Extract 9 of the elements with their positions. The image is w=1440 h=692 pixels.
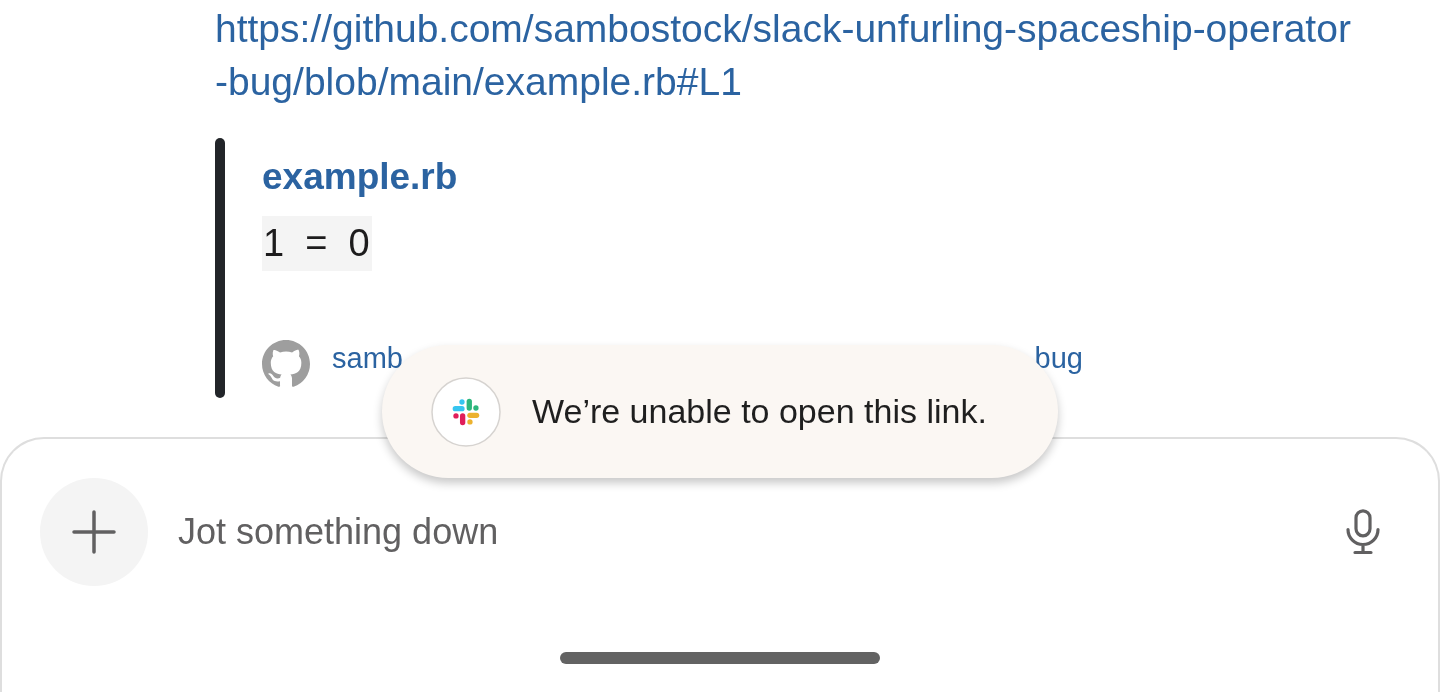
file-title-link[interactable]: example.rb [262,155,458,199]
microphone-icon[interactable] [1343,509,1383,555]
toast-message: We’re unable to open this link. [532,391,987,432]
plus-icon [72,510,116,554]
link-url[interactable]: https://github.com/sambostock/slack-unfurling-spaceship-operator -bug/blob/main/example.rb#L1 [215,2,1351,108]
app-logo-icon [431,376,501,447]
message-input[interactable]: Jot something down [178,507,1343,557]
code-snippet: 1 = 0 [262,216,372,271]
cat-logo-icon [262,340,310,388]
